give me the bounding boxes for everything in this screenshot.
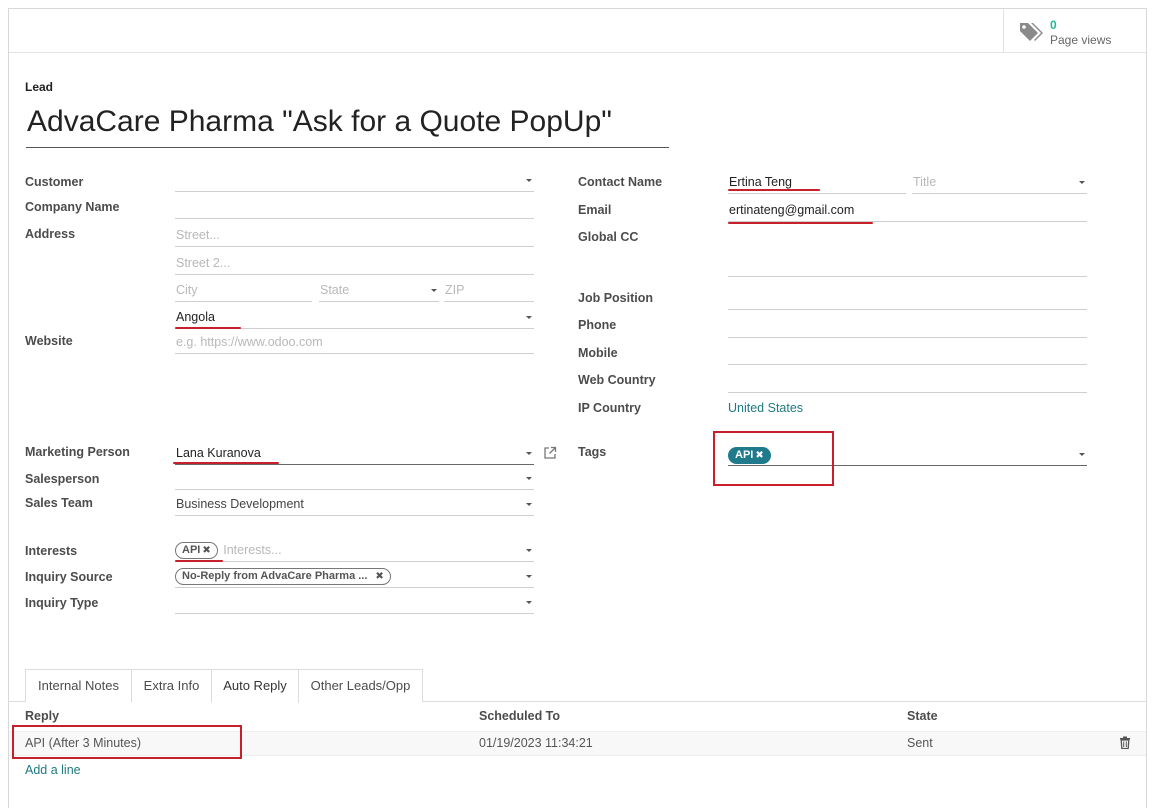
state-placeholder: State: [320, 283, 350, 297]
contact-name-value: Ertina Teng: [729, 175, 793, 189]
tab-internal-notes[interactable]: Internal Notes: [25, 669, 132, 702]
page-views-button[interactable]: 0 Page views: [1003, 9, 1146, 53]
title-placeholder: Title: [913, 175, 937, 189]
street-input[interactable]: Street...: [175, 224, 534, 247]
country-value: Angola: [176, 310, 215, 324]
tags-label: Tags: [578, 445, 607, 459]
customer-label: Customer: [25, 175, 84, 189]
remove-tag-icon[interactable]: ✖: [375, 571, 383, 582]
record-type-label: Lead: [25, 80, 54, 94]
chevron-down-icon: [526, 549, 532, 552]
mobile-label: Mobile: [578, 346, 618, 360]
trash-icon[interactable]: [1119, 736, 1131, 749]
chevron-down-icon: [526, 179, 532, 182]
website-label: Website: [25, 334, 73, 348]
annotation-underline: [175, 560, 223, 562]
website-placeholder: e.g. https://www.odoo.com: [176, 335, 323, 349]
title-select[interactable]: Title: [912, 171, 1087, 194]
zip-input[interactable]: ZIP: [444, 279, 534, 302]
tags-icon: [1020, 23, 1043, 41]
chevron-down-icon: [431, 289, 437, 292]
chevron-down-icon: [526, 477, 532, 480]
street2-input[interactable]: Street 2...: [175, 252, 534, 275]
inquiry-source-tag[interactable]: No-Reply from AdvaCare Pharma ... ✖: [175, 568, 391, 586]
email-value: ertinateng@gmail.com: [729, 203, 855, 217]
inquiry-source-label: Inquiry Source: [25, 570, 113, 584]
address-label: Address: [25, 227, 76, 241]
salesperson-label: Salesperson: [25, 472, 100, 486]
sales-team-value: Business Development: [176, 497, 304, 511]
chevron-down-icon: [526, 601, 532, 604]
inquiry-type-label: Inquiry Type: [25, 596, 99, 610]
annotation-underline: [728, 222, 873, 224]
phone-input[interactable]: [728, 315, 1087, 338]
chevron-down-icon: [526, 452, 532, 455]
street2-placeholder: Street 2...: [176, 256, 231, 270]
mobile-input[interactable]: [728, 342, 1087, 365]
chevron-down-icon: [526, 575, 532, 578]
external-link-icon[interactable]: [543, 446, 557, 460]
page-views-label: Page views: [1050, 33, 1112, 47]
customer-select[interactable]: [175, 169, 534, 192]
chevron-down-icon: [1079, 453, 1085, 456]
tab-extra-info[interactable]: Extra Info: [131, 669, 212, 702]
column-state[interactable]: State: [907, 709, 938, 723]
column-scheduled-to[interactable]: Scheduled To: [479, 709, 560, 723]
website-input[interactable]: e.g. https://www.odoo.com: [175, 331, 534, 354]
company-name-label: Company Name: [25, 200, 120, 214]
street-placeholder: Street...: [176, 228, 220, 242]
sales-team-select[interactable]: Business Development: [175, 493, 534, 516]
chevron-down-icon: [526, 316, 532, 319]
global-cc-input[interactable]: [728, 254, 1087, 277]
column-reply[interactable]: Reply: [25, 709, 59, 723]
annotation-box: [713, 431, 834, 486]
state-select[interactable]: State: [319, 279, 439, 302]
sales-team-label: Sales Team: [25, 496, 93, 510]
annotation-underline: [175, 327, 241, 329]
form-sheet: 0 Page views Lead AdvaCare Pharma "Ask f…: [8, 8, 1147, 808]
page-views-count: 0: [1050, 18, 1057, 32]
ip-country-link[interactable]: United States: [728, 401, 803, 415]
annotation-underline: [728, 189, 820, 191]
row-state[interactable]: Sent: [907, 736, 933, 750]
salesperson-select[interactable]: [175, 467, 534, 490]
web-country-label: Web Country: [578, 373, 656, 387]
add-line-link[interactable]: Add a line: [25, 763, 81, 777]
button-box: 0 Page views: [9, 9, 1146, 53]
contact-name-label: Contact Name: [578, 175, 663, 189]
job-position-label: Job Position: [578, 291, 653, 305]
city-placeholder: City: [176, 283, 198, 297]
chevron-down-icon: [526, 503, 532, 506]
phone-label: Phone: [578, 318, 617, 332]
tab-other-leads[interactable]: Other Leads/Opp: [298, 669, 423, 702]
zip-placeholder: ZIP: [445, 283, 465, 297]
remove-tag-icon[interactable]: ✖: [202, 545, 210, 556]
email-label: Email: [578, 203, 612, 217]
lead-title-input[interactable]: AdvaCare Pharma "Ask for a Quote PopUp": [26, 102, 669, 148]
annotation-underline: [173, 462, 279, 464]
ip-country-label: IP Country: [578, 401, 641, 415]
tab-auto-reply[interactable]: Auto Reply: [211, 669, 299, 703]
row-scheduled[interactable]: 01/19/2023 11:34:21: [479, 736, 593, 750]
company-name-input[interactable]: [175, 196, 534, 219]
city-input[interactable]: City: [175, 279, 312, 302]
interests-label: Interests: [25, 544, 78, 558]
annotation-box: [12, 725, 242, 759]
marketing-person-value: Lana Kuranova: [176, 446, 261, 460]
interest-tag[interactable]: API ✖: [175, 542, 218, 560]
inquiry-type-select[interactable]: [175, 591, 534, 614]
web-country-input[interactable]: [728, 370, 1087, 393]
global-cc-label: Global CC: [578, 230, 639, 244]
marketing-person-label: Marketing Person: [25, 445, 130, 459]
inquiry-source-select[interactable]: No-Reply from AdvaCare Pharma ... ✖: [175, 565, 534, 588]
interest-tag-label: API: [182, 544, 201, 557]
country-select[interactable]: Angola: [175, 306, 534, 329]
inquiry-source-tag-label: No-Reply from AdvaCare Pharma ...: [182, 570, 368, 583]
chevron-down-icon: [1079, 181, 1085, 184]
email-input[interactable]: ertinateng@gmail.com: [728, 199, 1087, 222]
interests-select[interactable]: API ✖ Interests...: [175, 539, 534, 562]
job-position-input[interactable]: [728, 287, 1087, 310]
interests-placeholder: Interests...: [223, 543, 282, 557]
